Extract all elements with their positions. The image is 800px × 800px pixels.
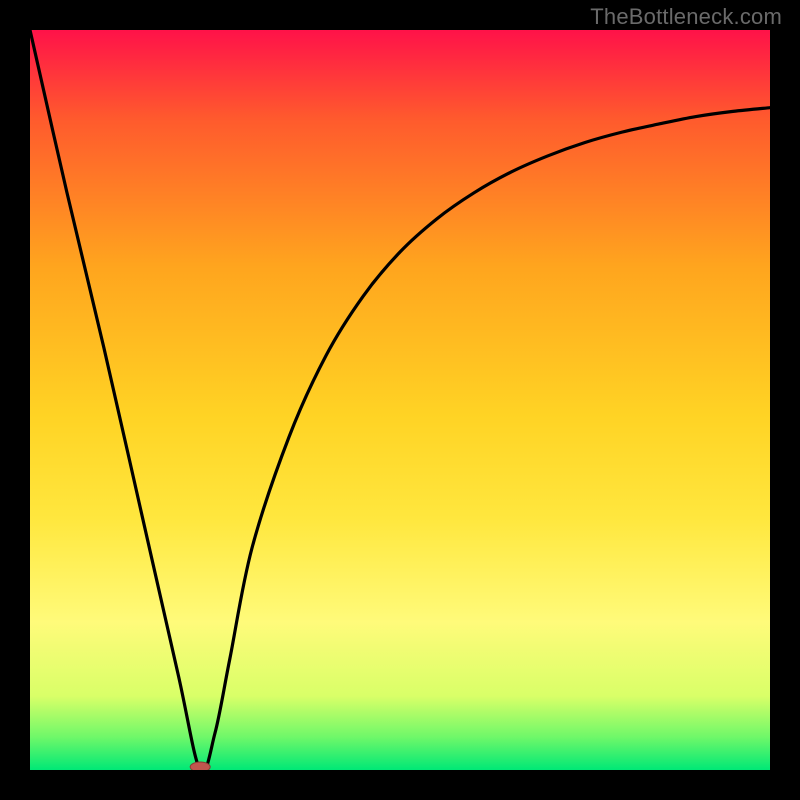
plot-area <box>30 30 770 770</box>
plot-svg <box>30 30 770 770</box>
plot-frame <box>30 30 770 770</box>
watermark-text: TheBottleneck.com <box>590 4 782 30</box>
chart-container: TheBottleneck.com <box>0 0 800 800</box>
minimum-marker <box>190 762 210 770</box>
